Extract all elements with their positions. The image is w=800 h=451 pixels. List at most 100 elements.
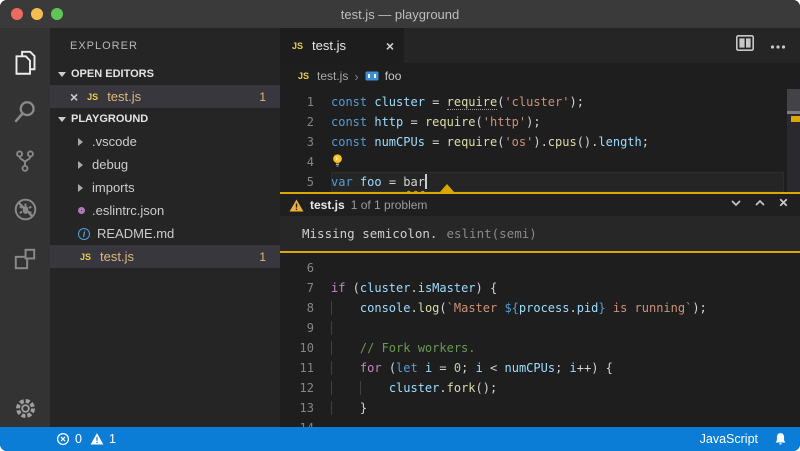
section-playground[interactable]: PLAYGROUND [50,108,280,130]
code-token: ( [439,301,446,315]
chevron-up-icon[interactable] [753,196,767,215]
tree-item-imports[interactable]: imports [50,176,280,199]
window-title: test.js — playground [0,7,800,22]
search-icon[interactable] [0,87,50,136]
close-icon[interactable] [777,196,790,214]
code-token: require [447,135,498,149]
file-name: test.js [107,89,141,104]
code-token [331,341,360,355]
code-line-2[interactable]: 2const http = require('http'); [280,112,800,132]
section-open-editors[interactable]: OPEN EDITORS [50,63,280,85]
error-count: 0 [75,432,82,446]
code-token: cluster [374,95,425,109]
chevron-down-icon[interactable] [729,196,743,215]
error-icon [56,432,70,446]
extensions-icon[interactable] [0,234,50,283]
tab-test-js[interactable]: JS test.js × [280,28,404,63]
code-token: fork [447,381,476,395]
code-token [331,301,360,315]
split-editor-icon[interactable] [736,35,754,56]
files-icon[interactable] [0,38,50,87]
scrollbar-slider[interactable] [787,89,800,112]
problem-source: eslint(semi) [446,226,536,241]
code-content: if (cluster.isMaster) { [331,278,800,298]
code-line-1[interactable]: 1const cluster = require('cluster'); [280,92,800,112]
code-line-6[interactable]: 6 [280,258,800,278]
code-editor-bottom: 67if (cluster.isMaster) {8 console.log(`… [280,253,800,427]
source-control-icon[interactable] [0,136,50,185]
code-token: ${ [504,301,518,315]
activity-bar [0,28,50,427]
language-mode-selector[interactable]: JavaScript [700,432,758,446]
code-content: } [331,398,800,418]
tree-item-.vscode[interactable]: .vscode [50,130,280,153]
tab-label: test.js [312,38,346,53]
code-line-13[interactable]: 13 } [280,398,800,418]
code-token [360,381,389,395]
window-zoom-button[interactable] [51,8,63,20]
tree-item-README.md[interactable]: iREADME.md [50,222,280,245]
code-token: ; [461,361,475,375]
code-token: ( [382,361,396,375]
warning-triangle-icon [289,199,304,212]
traffic-lights [0,8,63,20]
code-token [331,361,360,375]
debug-icon[interactable] [0,185,50,234]
explorer-sidebar: EXPLORER OPEN EDITORS ×JStest.js1 PLAYGR… [50,28,280,427]
ruler-cursor-marker [787,111,800,114]
code-line-5[interactable]: 5var foo = bar [280,172,800,192]
code-line-11[interactable]: 11 for (let i = 0; i < numCPUs; i++) { [280,358,800,378]
code-token: . [439,381,446,395]
code-token: 'http' [483,115,526,129]
more-actions-icon[interactable] [770,37,786,55]
code-token: ++) { [577,361,613,375]
problems-status[interactable]: 0 1 [56,432,116,446]
code-content [331,418,800,427]
code-token: log [418,301,440,315]
notifications-bell[interactable] [774,432,787,446]
warning-count: 1 [109,432,116,446]
code-content: const cluster = require('cluster'); [331,92,800,112]
code-token: cluster [360,281,411,295]
code-token: ; [642,135,649,149]
code-token: const [331,135,367,149]
code-line-10[interactable]: 10 // Fork workers. [280,338,800,358]
lightbulb-icon[interactable] [331,153,344,169]
window-close-button[interactable] [11,8,23,20]
code-token: (). [577,135,599,149]
code-line-12[interactable]: 12 cluster.fork(); [280,378,800,398]
breadcrumb-file[interactable]: test.js [317,69,348,83]
code-line-4[interactable]: 4 [280,152,800,172]
code-token: cpus [548,135,577,149]
titlebar: test.js — playground [0,0,800,28]
window-minimize-button[interactable] [31,8,43,20]
code-line-14[interactable]: 14 [280,418,800,427]
breadcrumb-symbol[interactable]: foo [385,69,402,83]
code-token: isMaster [418,281,476,295]
code-line-3[interactable]: 3const numCPUs = require('os').cpus().le… [280,132,800,152]
file-tree: .vscodedebugimports.eslintrc.jsoniREADME… [50,130,280,268]
language-label: JavaScript [700,432,758,446]
tree-item-.eslintrc.json[interactable]: .eslintrc.json [50,199,280,222]
code-line-8[interactable]: 8 console.log(`Master ${process.pid} is … [280,298,800,318]
code-token: foo [360,175,382,189]
code-token [418,361,425,375]
line-number: 4 [280,152,314,172]
gear-icon[interactable] [0,396,50,421]
code-token: = [432,361,454,375]
tree-item-debug[interactable]: debug [50,153,280,176]
close-icon[interactable]: × [386,38,394,54]
code-editor-top: 1const cluster = require('cluster');2con… [280,89,800,192]
tab-bar: JS test.js × [280,28,800,63]
code-token: require [425,115,476,129]
code-line-7[interactable]: 7if (cluster.isMaster) { [280,278,800,298]
code-line-9[interactable]: 9 [280,318,800,338]
line-number: 6 [280,258,314,278]
line-number: 13 [280,398,314,418]
tree-item-test.js[interactable]: JStest.js1 [50,245,280,268]
code-token: ( [345,281,359,295]
code-token: // Fork workers. [360,341,476,355]
close-icon[interactable]: × [70,90,78,104]
problem-row[interactable]: Missing semicolon. eslint(semi) [280,216,800,251]
open-editor-item-test.js[interactable]: ×JStest.js1 [50,85,280,108]
